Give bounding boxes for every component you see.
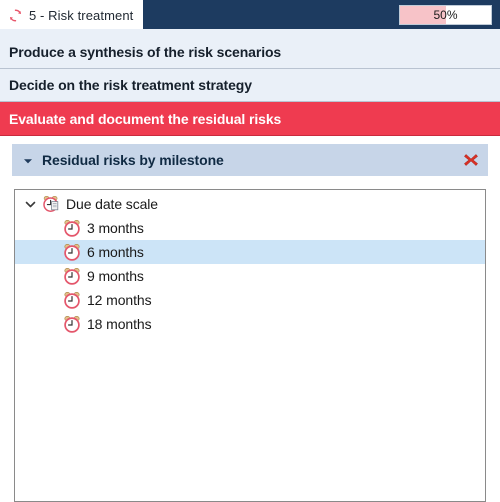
alarm-clock-icon <box>63 219 81 237</box>
progress-bar-label: 50% <box>433 7 458 22</box>
tree-node-label: 18 months <box>87 316 152 332</box>
tree-node-label: 12 months <box>87 292 152 308</box>
task-row[interactable]: Decide on the risk treatment strategy <box>0 69 500 102</box>
chevron-down-icon[interactable] <box>22 154 34 166</box>
alarm-clock-icon <box>63 291 81 309</box>
tab-label: 5 - Risk treatment <box>29 7 134 23</box>
tab-risk-treatment[interactable]: 5 - Risk treatment <box>0 0 144 29</box>
app-window: 5 - Risk treatment 50% Produce a synthes… <box>0 0 500 502</box>
chevron-down-icon[interactable] <box>24 198 37 211</box>
tree-node-label: 3 months <box>87 220 144 236</box>
panel-gap <box>0 136 500 144</box>
tree-node-6-months[interactable]: 6 months <box>15 240 485 264</box>
task-list: Produce a synthesis of the risk scenario… <box>0 29 500 136</box>
alarm-clock-icon <box>63 243 81 261</box>
tree-node-18-months[interactable]: 18 months <box>15 312 485 336</box>
progress-bar: 50% <box>399 4 492 25</box>
tree-node-root[interactable]: Due date scale <box>15 192 485 216</box>
task-label: Evaluate and document the residual risks <box>9 110 282 127</box>
tree-node-label: Due date scale <box>66 196 158 212</box>
cycle-refresh-icon <box>8 8 23 23</box>
task-row[interactable]: Produce a synthesis of the risk scenario… <box>0 36 500 69</box>
task-list-top-spacer <box>0 29 500 36</box>
tree-inner: Due date scale 3 months 6 months 9 month… <box>15 190 485 336</box>
tree-node-3-months[interactable]: 3 months <box>15 216 485 240</box>
clock-document-icon <box>42 195 60 213</box>
tree-node-12-months[interactable]: 12 months <box>15 288 485 312</box>
panel-title: Residual risks by milestone <box>42 152 224 168</box>
tree-node-label: 6 months <box>87 244 144 260</box>
alarm-clock-icon <box>63 315 81 333</box>
tab-bar: 5 - Risk treatment 50% <box>0 0 500 29</box>
task-row-current[interactable]: Evaluate and document the residual risks <box>0 102 500 136</box>
tab-bar-empty-area <box>143 0 399 29</box>
tree-node-label: 9 months <box>87 268 144 284</box>
panel-header-residual-risks[interactable]: Residual risks by milestone <box>12 144 488 176</box>
task-label: Produce a synthesis of the risk scenario… <box>9 44 282 60</box>
task-label: Decide on the risk treatment strategy <box>9 77 252 93</box>
alarm-clock-icon <box>63 267 81 285</box>
close-x-icon[interactable] <box>462 151 480 169</box>
tree-node-9-months[interactable]: 9 months <box>15 264 485 288</box>
tree-view-due-date-scale[interactable]: Due date scale 3 months 6 months 9 month… <box>14 189 486 502</box>
